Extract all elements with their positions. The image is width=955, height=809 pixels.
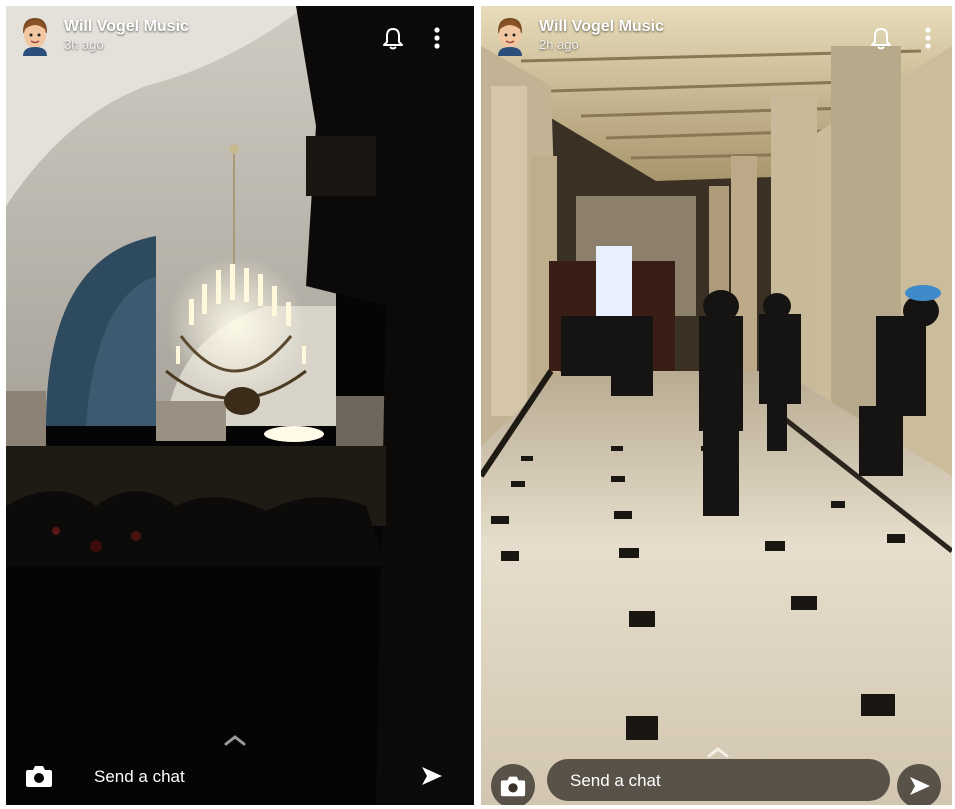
camera-icon[interactable] [24, 761, 54, 791]
send-button[interactable] [897, 764, 941, 805]
more-icon[interactable] [924, 26, 932, 50]
chat-input-placeholder: Send a chat [570, 771, 661, 790]
username[interactable]: Will Vogel Music [64, 18, 189, 36]
chat-bar: Send a chat [6, 747, 474, 805]
story-panel-left[interactable]: Will Vogel Music 3h ago Send a chat [6, 6, 474, 805]
story-media-hallway [481, 6, 952, 805]
bell-icon[interactable] [870, 26, 892, 50]
more-icon[interactable] [433, 26, 441, 50]
bell-icon[interactable] [382, 26, 404, 50]
story-panel-right[interactable]: Will Vogel Music 2h ago Send a chat [481, 6, 952, 805]
camera-icon [500, 776, 526, 797]
timestamp: 2h ago [539, 37, 579, 52]
chat-input[interactable]: Send a chat [547, 759, 890, 801]
send-icon [910, 777, 930, 795]
chevron-up-icon[interactable] [707, 746, 729, 758]
camera-button[interactable] [491, 764, 535, 805]
story-meta: Will Vogel Music 2h ago [539, 18, 664, 52]
avatar[interactable] [493, 16, 527, 56]
avatar[interactable] [18, 16, 52, 56]
chat-input[interactable]: Send a chat [94, 767, 185, 787]
chevron-up-icon[interactable] [224, 734, 246, 746]
username[interactable]: Will Vogel Music [539, 18, 664, 36]
send-icon[interactable] [420, 765, 444, 787]
story-media-chandelier [6, 6, 474, 805]
timestamp: 3h ago [64, 37, 104, 52]
story-meta: Will Vogel Music 3h ago [64, 18, 189, 52]
